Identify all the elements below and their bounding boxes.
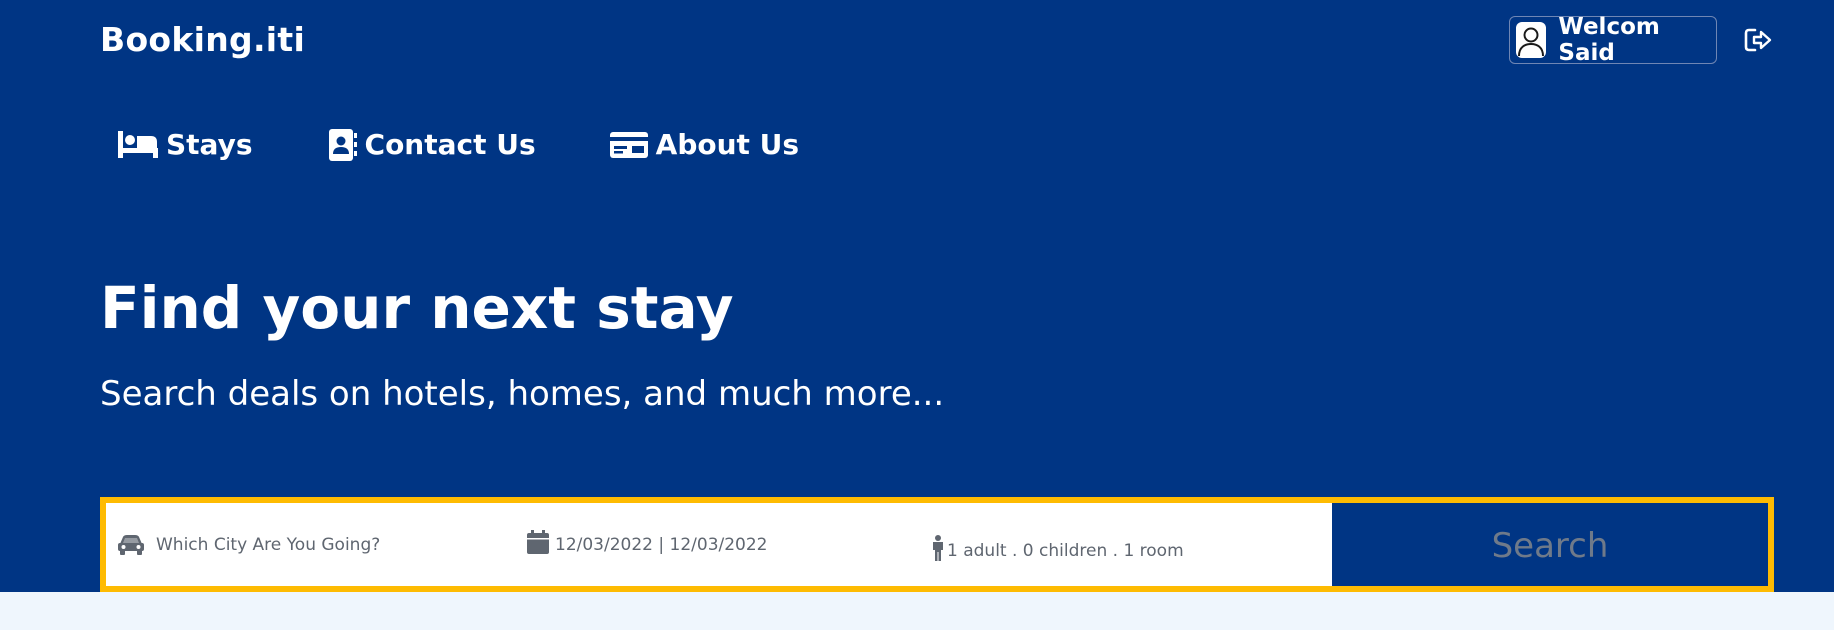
bed-icon <box>118 130 158 159</box>
car-icon <box>118 534 144 556</box>
brand-logo[interactable]: Booking.iti <box>100 20 305 59</box>
contact-book-icon <box>328 128 357 161</box>
date-range-field[interactable]: 12/03/2022 | 12/03/2022 <box>527 503 931 586</box>
logout-icon <box>1744 27 1772 57</box>
person-icon <box>931 534 945 561</box>
logout-button[interactable] <box>1742 26 1774 58</box>
user-avatar-icon <box>1516 22 1547 58</box>
nav-label: Contact Us <box>364 128 536 161</box>
destination-field[interactable] <box>106 503 527 586</box>
search-bar: 12/03/2022 | 12/03/2022 1 adult . 0 chil… <box>100 497 1774 592</box>
hero-subtitle: Search deals on hotels, homes, and much … <box>100 374 945 414</box>
nav-item-stays[interactable]: Stays <box>118 128 253 161</box>
user-menu-button[interactable]: Welcom Said <box>1509 14 1717 66</box>
nav-label: About Us <box>655 128 800 161</box>
destination-input[interactable] <box>154 533 478 556</box>
nav-label: Stays <box>166 128 253 161</box>
nav-item-contact-us[interactable]: Contact Us <box>328 128 536 161</box>
id-card-icon <box>609 131 648 158</box>
guests-value: 1 adult . 0 children . 1 room <box>947 540 1184 561</box>
user-greeting: Welcom Said <box>1558 14 1660 66</box>
date-range-value: 12/03/2022 | 12/03/2022 <box>555 534 768 555</box>
hero-title: Find your next stay <box>100 274 734 342</box>
nav-item-about-us[interactable]: About Us <box>609 128 800 161</box>
search-button[interactable]: Search <box>1332 503 1768 586</box>
guests-field[interactable]: 1 adult . 0 children . 1 room <box>931 503 1332 586</box>
main-nav: Stays Contact Us About Us <box>118 128 799 161</box>
hero-section: Booking.iti Welcom Said Stays Contact Us… <box>0 0 1834 592</box>
calendar-icon <box>527 529 549 554</box>
